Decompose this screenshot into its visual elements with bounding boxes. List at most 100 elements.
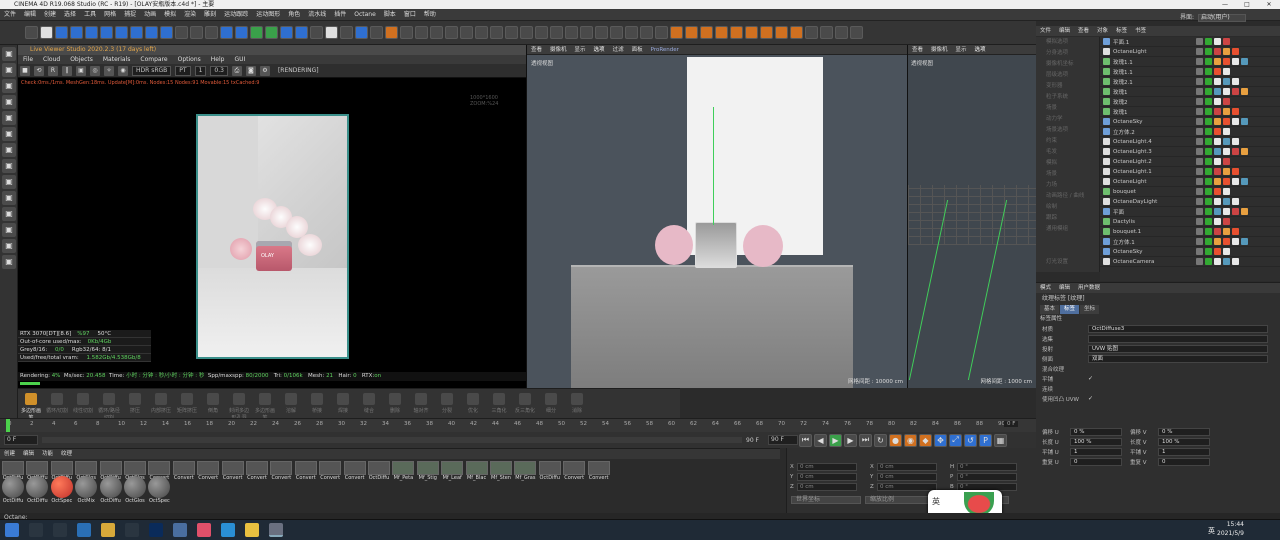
jar-object[interactable] (695, 222, 737, 268)
object-row[interactable]: 立方体.1 (1100, 237, 1280, 247)
tag-icon[interactable] (1214, 128, 1221, 135)
tag-icon[interactable] (1223, 118, 1230, 125)
field-value[interactable] (1088, 335, 1268, 343)
object-row[interactable]: OctaneSky (1100, 247, 1280, 257)
live-viewer-menu-item[interactable]: Help (206, 55, 230, 64)
viewport-side[interactable]: 查看 摄像机 显示 选项 透视视图 网格间距 : 1000 cm (907, 45, 1037, 388)
attribute-tab[interactable]: 标签 (1060, 305, 1080, 314)
tag-icon[interactable] (1232, 58, 1239, 65)
gear-icon[interactable]: ⚙ (259, 65, 270, 76)
value-b-field[interactable]: 0.3 (210, 65, 228, 76)
command-button[interactable]: 溶解 (279, 391, 303, 417)
input-language[interactable]: 英 (1208, 526, 1215, 536)
rotate-key-icon[interactable]: ↺ (964, 433, 977, 447)
coord-value[interactable]: 0 % (1158, 428, 1210, 436)
shape-icon[interactable] (775, 26, 788, 39)
field-value[interactable]: 双面 (1088, 355, 1268, 363)
menu-item[interactable]: 插件 (330, 9, 350, 21)
material-swatch[interactable]: Convert (294, 461, 317, 481)
layout-selector[interactable]: 界面: 启动(用户) (1180, 12, 1247, 22)
object-row[interactable]: OctaneLight (1100, 177, 1280, 187)
attribute-menu-item[interactable]: 用户数据 (1074, 283, 1104, 293)
check-icon[interactable] (1205, 88, 1212, 95)
tag-icon[interactable] (1223, 148, 1230, 155)
material-swatch[interactable]: Convert (197, 461, 220, 481)
check-icon[interactable] (1205, 128, 1212, 135)
reset-icon[interactable]: R (48, 65, 58, 76)
tag-icon[interactable] (1223, 178, 1230, 185)
material-ball[interactable]: OctSpec (50, 476, 73, 504)
menu-item[interactable]: 流水线 (304, 9, 330, 21)
command-button[interactable]: 细分 (539, 391, 563, 417)
tag-icon[interactable] (1223, 58, 1230, 65)
coord-field[interactable]: 0 cm (797, 483, 857, 491)
octane-icon[interactable] (370, 26, 383, 39)
material-ball[interactable]: OctDiffu (26, 476, 49, 504)
coord-value[interactable]: 100 % (1158, 438, 1210, 446)
visibility-icon[interactable] (1196, 128, 1203, 135)
object-menu-item[interactable]: 标签 (1112, 26, 1131, 36)
palette-item[interactable]: 绘制 (1036, 202, 1099, 213)
menu-item[interactable]: 雕刻 (200, 9, 220, 21)
tag-icon[interactable] (1223, 188, 1230, 195)
cube-icon[interactable]: ▣ (2, 111, 16, 125)
check-icon[interactable] (1205, 188, 1212, 195)
visibility-icon[interactable] (1196, 38, 1203, 45)
color-mode-select[interactable]: HDR sRGB (132, 65, 172, 76)
palette-item[interactable]: 场景 (1036, 103, 1099, 114)
object-row[interactable]: 玫瑰1 (1100, 107, 1280, 117)
menu-item[interactable]: 动画 (140, 9, 160, 21)
cube-icon[interactable]: ▣ (2, 47, 16, 61)
start-icon[interactable] (5, 523, 19, 537)
command-button[interactable]: 反三角化 (513, 391, 537, 417)
object-row[interactable]: 平面.1 (1100, 37, 1280, 47)
material-ball[interactable]: OctDiffu (2, 476, 24, 504)
tag-icon[interactable] (1223, 228, 1230, 235)
object-menu-item[interactable]: 文件 (1036, 26, 1055, 36)
object-row[interactable]: 玫瑰1.1 (1100, 67, 1280, 77)
array-icon[interactable] (265, 26, 278, 39)
tag-icon[interactable] (1232, 208, 1239, 215)
viewport-menu-item[interactable]: 查看 (908, 45, 927, 55)
material-swatch[interactable]: Convert (319, 461, 342, 481)
pass-select[interactable]: PT (175, 65, 191, 76)
check-icon[interactable] (1205, 218, 1212, 225)
command-button[interactable]: 焊接 (331, 391, 355, 417)
visibility-icon[interactable] (1196, 88, 1203, 95)
minimize-button[interactable]: — (1214, 0, 1236, 9)
sphere-icon[interactable] (505, 26, 518, 39)
object-row[interactable]: 平面 (1100, 207, 1280, 217)
tag-icon[interactable] (1241, 148, 1248, 155)
tag-icon[interactable] (1232, 108, 1239, 115)
palette-item[interactable]: 场景 (1036, 169, 1099, 180)
loop-icon[interactable]: ↻ (874, 433, 887, 447)
camera-icon[interactable] (310, 26, 323, 39)
coord-field[interactable]: 0 cm (877, 463, 937, 471)
coord-value[interactable]: 100 % (1070, 438, 1122, 446)
material-icon[interactable] (385, 26, 398, 39)
tag-icon[interactable] (1214, 188, 1221, 195)
sphere-icon[interactable] (445, 26, 458, 39)
grid-icon[interactable]: ▣ (2, 255, 16, 269)
check-icon[interactable] (1205, 238, 1212, 245)
pattern-icon[interactable] (655, 26, 668, 39)
material-menu-item[interactable]: 纹理 (57, 449, 76, 459)
command-button[interactable]: 分裂 (435, 391, 459, 417)
menu-item[interactable]: 帮助 (420, 9, 440, 21)
play-icon[interactable]: ▶ (829, 433, 842, 447)
tag-icon[interactable] (1223, 198, 1230, 205)
menu-item[interactable]: 捕捉 (120, 9, 140, 21)
tag-icon[interactable] (1214, 88, 1221, 95)
command-button[interactable]: 线性切割 (71, 391, 95, 417)
command-button[interactable]: 三角化 (487, 391, 511, 417)
shape-icon[interactable] (745, 26, 758, 39)
palette-item[interactable]: 动力学 (1036, 114, 1099, 125)
menu-item[interactable]: 网格 (100, 9, 120, 21)
palette-item[interactable] (1036, 235, 1099, 246)
tag-icon[interactable] (1241, 88, 1248, 95)
pattern-icon[interactable] (700, 26, 713, 39)
palette-item[interactable]: 通用模组 (1036, 224, 1099, 235)
app-icon[interactable] (77, 523, 91, 537)
coord-size-select[interactable]: 缩放比例 (865, 496, 935, 504)
coord-field[interactable]: 0 cm (797, 473, 857, 481)
